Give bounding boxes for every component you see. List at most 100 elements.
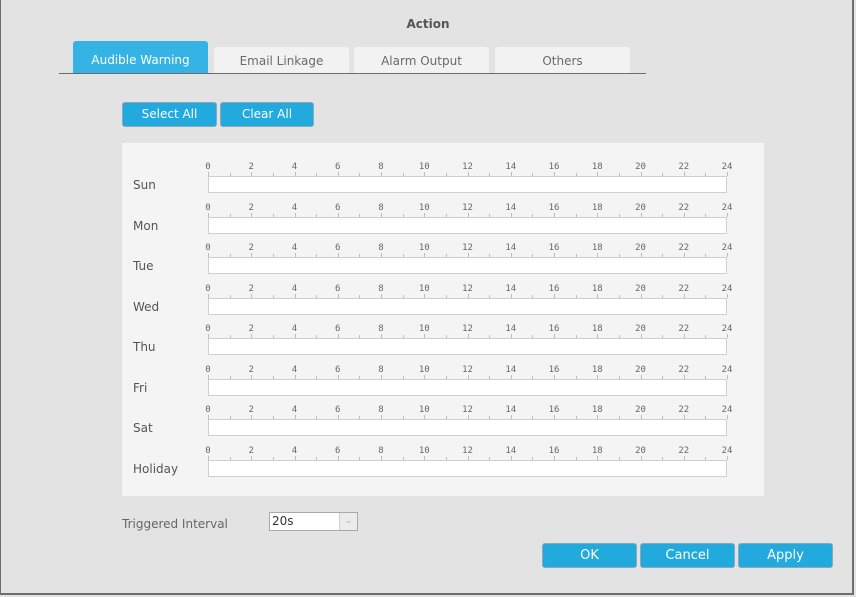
hour-tick-label: 6 xyxy=(335,364,341,375)
schedule-bar[interactable] xyxy=(208,257,727,274)
tab-audible-warning[interactable]: Audible Warning xyxy=(73,41,208,73)
hour-tick-label: 10 xyxy=(418,243,430,253)
triggered-interval-select[interactable]: 20s ⌄ xyxy=(269,512,358,531)
hour-tick-label: 24 xyxy=(721,324,733,334)
hour-tick-label: 16 xyxy=(548,202,560,213)
hour-tick-label: 12 xyxy=(462,202,473,213)
hour-tick-label: 12 xyxy=(462,324,473,334)
hour-tick-label: 4 xyxy=(291,364,298,375)
schedule-bar[interactable] xyxy=(208,297,727,315)
hour-tick-label: 20 xyxy=(635,283,646,294)
hour-tick-label: 20 xyxy=(635,324,646,334)
schedule-bar[interactable] xyxy=(208,459,727,477)
schedule-bar[interactable] xyxy=(208,419,727,436)
hour-tick-label: 6 xyxy=(335,445,341,456)
hour-tick-label: 2 xyxy=(248,364,254,375)
schedule-bar[interactable] xyxy=(208,176,727,193)
day-label: Holiday xyxy=(133,461,179,476)
hour-tick-label: 10 xyxy=(418,283,430,294)
hour-tick-label: 8 xyxy=(378,202,384,213)
time-ruler: 0 2 4 6 8 10 12 14 16 18 20 22 24 xyxy=(205,195,732,217)
hour-tick-label: 2 xyxy=(248,324,254,334)
hour-tick-label: 0 xyxy=(205,162,211,172)
hour-tick xyxy=(727,212,728,217)
hour-tick-label: 16 xyxy=(548,445,560,456)
time-ruler: 0 2 4 6 8 10 12 14 16 18 20 22 24 xyxy=(205,357,732,379)
tab-alarm-output[interactable]: Alarm Output xyxy=(354,47,489,73)
hour-tick-label: 16 xyxy=(548,243,560,253)
schedule-bar[interactable] xyxy=(208,338,727,355)
hour-tick-label: 24 xyxy=(721,445,733,456)
hour-tick-label: 4 xyxy=(291,445,298,456)
hour-tick-label: 14 xyxy=(505,445,517,456)
hour-tick-label: 8 xyxy=(378,162,384,172)
hour-tick xyxy=(727,253,728,257)
hour-tick xyxy=(727,293,728,298)
hour-tick-label: 12 xyxy=(462,283,473,294)
select-all-button[interactable]: Select All xyxy=(122,102,217,127)
hour-tick-label: 14 xyxy=(505,364,517,375)
day-label: Mon xyxy=(133,218,159,233)
hour-tick-label: 8 xyxy=(378,364,384,375)
hour-tick-label: 8 xyxy=(378,405,384,415)
hour-tick-label: 10 xyxy=(418,405,430,415)
hour-tick-label: 24 xyxy=(721,162,733,172)
hour-tick-label: 4 xyxy=(291,405,298,415)
hour-tick-label: 4 xyxy=(291,162,298,172)
time-ruler: 0 2 4 6 8 10 12 14 16 18 20 22 24 xyxy=(205,397,732,419)
hour-tick-label: 22 xyxy=(678,405,690,415)
day-label: Thu xyxy=(133,340,156,354)
schedule-bar[interactable] xyxy=(208,378,727,396)
time-ruler: 0 2 4 6 8 10 12 14 16 18 20 22 24 xyxy=(205,438,732,460)
hour-tick-label: 20 xyxy=(635,243,646,253)
hour-tick-label: 22 xyxy=(678,162,690,172)
hour-tick-label: 8 xyxy=(378,283,384,294)
hour-tick-label: 22 xyxy=(678,364,690,375)
hour-tick-label: 0 xyxy=(205,445,211,456)
clear-all-button[interactable]: Clear All xyxy=(220,102,314,127)
hour-tick-label: 4 xyxy=(291,243,298,253)
hour-tick-label: 18 xyxy=(591,283,603,294)
day-label: Sat xyxy=(133,421,153,435)
tab-others[interactable]: Others xyxy=(495,47,630,73)
hour-tick xyxy=(727,374,728,379)
hour-tick-label: 2 xyxy=(248,162,254,172)
day-label: Wed xyxy=(133,299,160,314)
hour-tick-label: 4 xyxy=(291,283,298,294)
schedule-row: Fri 0 2 4 6 8 10 12 14 16 18 20 22 24 xyxy=(122,357,764,397)
hour-tick-label: 24 xyxy=(721,243,733,253)
hour-tick-label: 22 xyxy=(678,202,690,213)
hour-tick-label: 12 xyxy=(462,364,473,375)
hour-tick-label: 24 xyxy=(721,283,733,294)
ok-button[interactable]: OK xyxy=(542,543,637,568)
hour-tick-label: 10 xyxy=(418,324,430,334)
hour-tick-label: 2 xyxy=(248,405,254,415)
hour-tick-label: 12 xyxy=(462,162,473,172)
chevron-down-icon[interactable]: ⌄ xyxy=(339,513,357,530)
hour-tick-label: 10 xyxy=(418,202,430,213)
day-label: Tue xyxy=(133,259,154,273)
hour-tick-label: 20 xyxy=(635,445,646,456)
hour-tick-label: 6 xyxy=(335,162,341,172)
hour-tick-label: 20 xyxy=(635,364,646,375)
tab-email-linkage[interactable]: Email Linkage xyxy=(214,47,349,73)
hour-tick-label: 14 xyxy=(505,202,517,213)
hour-tick-label: 10 xyxy=(418,445,430,456)
hour-tick-label: 8 xyxy=(378,445,384,456)
schedule-bar[interactable] xyxy=(208,216,727,234)
hour-tick-label: 2 xyxy=(248,243,254,253)
apply-button[interactable]: Apply xyxy=(738,543,833,568)
hour-tick-label: 10 xyxy=(418,364,430,375)
day-label: Fri xyxy=(133,380,148,395)
hour-tick-label: 24 xyxy=(721,405,733,415)
hour-tick-label: 0 xyxy=(205,243,211,253)
hour-tick-label: 12 xyxy=(462,445,473,456)
cancel-button[interactable]: Cancel xyxy=(640,543,735,568)
time-ruler: 0 2 4 6 8 10 12 14 16 18 20 22 24 xyxy=(205,235,732,257)
hour-tick-label: 12 xyxy=(462,243,473,253)
hour-tick-label: 24 xyxy=(721,364,733,375)
triggered-interval-label: Triggered Interval xyxy=(122,517,228,531)
schedule-row: Sat 0 2 4 6 8 10 12 14 16 18 20 22 24 xyxy=(122,397,764,437)
hour-tick-label: 6 xyxy=(335,243,341,253)
hour-tick-label: 0 xyxy=(205,283,211,294)
